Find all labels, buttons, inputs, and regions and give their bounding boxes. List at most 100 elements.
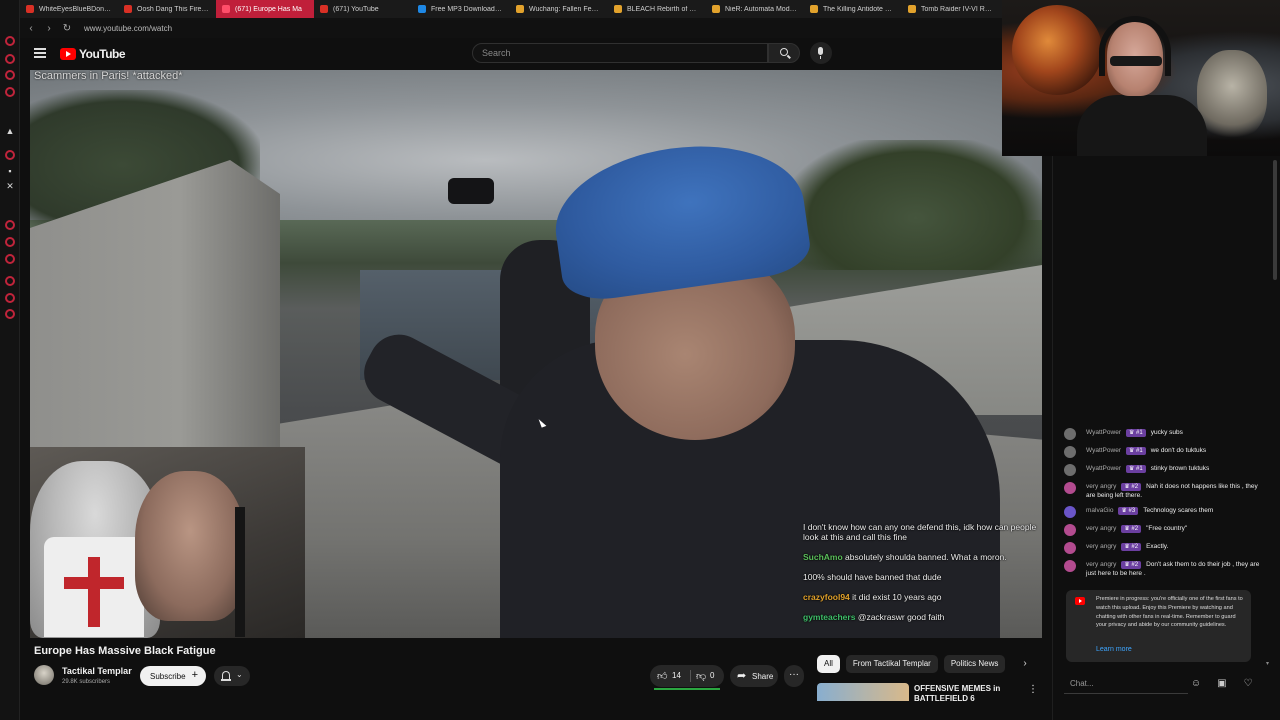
menu-icon[interactable] — [34, 48, 46, 58]
browser-tab[interactable]: (671) YouTube — [314, 0, 412, 18]
rail-icon-9[interactable] — [5, 276, 15, 286]
rail-icon-1[interactable] — [5, 36, 15, 46]
chat-text: we don't do tuktuks — [1150, 447, 1207, 454]
subscribe-button[interactable]: Subscribe + — [140, 666, 206, 686]
notifications-button[interactable]: ⌄ — [214, 666, 250, 686]
tab-favicon-icon — [124, 5, 132, 13]
rail-icon-6[interactable] — [5, 220, 15, 230]
rail-icon-8[interactable] — [5, 254, 15, 264]
browser-tab[interactable]: Oosh Dang This Fire Is Bri — [118, 0, 216, 18]
rail-icon-7[interactable] — [5, 237, 15, 247]
chat-rank-badge: ♛ #1 — [1125, 465, 1146, 473]
chat-input[interactable] — [1064, 674, 1188, 694]
thumbs-down-icon[interactable]: 👎︎ — [696, 670, 706, 682]
tab-label: (671) YouTube — [333, 5, 379, 13]
overlay-chat-line: SuchAmo absolutely shoulda banned. What … — [803, 552, 1043, 562]
rail-icon-3[interactable] — [5, 70, 15, 80]
emoji-icon[interactable]: ☺ — [1189, 677, 1203, 691]
related-video-title[interactable]: OFFENSIVE MEMES in BATTLEFIELD 6 — [914, 684, 1014, 704]
chat-avatar[interactable] — [1064, 446, 1076, 458]
chat-author[interactable]: very angry — [1086, 525, 1116, 532]
chevron-right-icon[interactable]: › — [1018, 655, 1032, 673]
video-title: Europe Has Massive Black Fatigue — [34, 645, 216, 657]
chat-text: "Free country" — [1146, 525, 1188, 532]
heart-icon[interactable]: ♡ — [1241, 677, 1255, 691]
youtube-logo[interactable]: YouTube — [60, 47, 126, 61]
chat-rank-badge-text: #1 — [1136, 466, 1143, 472]
chat-message-body: WyattPower ♛ #1 we don't do tuktuks — [1086, 446, 1260, 455]
browser-tab[interactable]: Wuchang: Fallen Feathers — [510, 0, 608, 18]
crown-icon: ♛ — [1121, 508, 1129, 514]
channel-name[interactable]: Tactikal Templar — [62, 666, 132, 676]
chat-avatar[interactable] — [1064, 506, 1076, 518]
browser-tab[interactable]: (671) Europe Has Ma — [216, 0, 314, 18]
subscriber-count: 29.8K subscribers — [62, 679, 111, 685]
background-art — [1197, 50, 1267, 140]
chat-avatar[interactable] — [1064, 524, 1076, 536]
browser-tab[interactable]: Tomb Raider IV-VI Remas — [902, 0, 1000, 18]
browser-tab[interactable]: The Killing Antidote Mod — [804, 0, 902, 18]
filter-chip[interactable]: From Tactikal Templar — [845, 655, 938, 673]
chat-avatar[interactable] — [1064, 542, 1076, 554]
templar-cross-bar — [64, 577, 124, 589]
chat-scroll-arrow-icon[interactable]: ▾ — [1266, 660, 1269, 667]
rail-icon-5[interactable] — [5, 150, 15, 160]
browser-tab[interactable]: Free MP3 Downloader - F — [412, 0, 510, 18]
back-icon[interactable]: ‹ — [24, 23, 38, 34]
super-chat-icon[interactable]: ▣ — [1215, 677, 1229, 691]
chat-author[interactable]: WyattPower — [1086, 429, 1121, 436]
chat-author[interactable]: malvaGio — [1086, 507, 1113, 514]
dislike-count[interactable]: 0 — [710, 671, 714, 680]
streamer-webcam — [1002, 0, 1280, 156]
chat-author[interactable]: very angry — [1086, 543, 1116, 550]
chat-rank-badge: ♛ #1 — [1125, 429, 1146, 437]
chat-message-body: malvaGio ♛ #3 Technology scares them — [1086, 506, 1260, 515]
filter-chip[interactable]: Politics News — [943, 655, 1006, 673]
chat-avatar[interactable] — [1064, 464, 1076, 476]
rail-x-icon[interactable]: ✕ — [5, 181, 15, 191]
related-video-thumbnail[interactable] — [817, 683, 909, 701]
browser-tab[interactable]: NieR: Automata Mods - N — [706, 0, 804, 18]
chat-avatar[interactable] — [1064, 482, 1076, 494]
more-actions-button[interactable]: ··· — [784, 665, 804, 687]
chat-author[interactable]: very angry — [1086, 483, 1116, 490]
related-video-menu-icon[interactable]: ⋮ — [1028, 684, 1038, 695]
chat-message-body: very angry ♛ #2 Exactly. — [1086, 542, 1260, 551]
like-count[interactable]: 14 — [672, 671, 681, 680]
rail-chat-icon[interactable]: ▪ — [5, 166, 15, 176]
rail-arrow-icon[interactable]: ▲ — [5, 126, 15, 136]
chat-author[interactable]: WyattPower — [1086, 465, 1121, 472]
learn-more-link[interactable]: Learn more — [1096, 646, 1132, 653]
rail-icon-4[interactable] — [5, 87, 15, 97]
voice-search-button[interactable] — [810, 42, 832, 64]
overlay-chat-text: I don't know how can any one defend this… — [803, 522, 1037, 542]
chat-author[interactable]: very angry — [1086, 561, 1116, 568]
browser-tab[interactable]: WhiteEyesBlueBDong - Y — [20, 0, 118, 18]
rail-icon-11[interactable] — [5, 309, 15, 319]
overlay-chat-line: 100% should have banned that dude — [803, 572, 1043, 582]
chat-scrollbar[interactable] — [1273, 160, 1277, 280]
channel-avatar[interactable] — [34, 665, 54, 685]
forward-icon[interactable]: › — [42, 23, 56, 34]
search-button[interactable] — [768, 43, 800, 63]
overlay-chat-line: gymteachers @zackraswr good faith — [803, 612, 1043, 622]
chat-avatar[interactable] — [1064, 428, 1076, 440]
tab-label: Oosh Dang This Fire Is Bri — [137, 5, 210, 13]
filter-chip[interactable]: All — [817, 655, 840, 673]
thumbs-up-icon[interactable]: 👍︎ — [657, 670, 667, 682]
chat-avatar[interactable] — [1064, 560, 1076, 572]
youtube-logo-text: YouTube — [79, 47, 126, 61]
browser-tab[interactable]: BLEACH Rebirth of Souls — [608, 0, 706, 18]
rail-icon-2[interactable] — [5, 54, 15, 64]
crown-icon: ♛ — [1128, 430, 1137, 436]
url-text[interactable]: www.youtube.com/watch — [84, 24, 172, 33]
overlay-chat-text: 100% should have banned that dude — [803, 572, 942, 582]
search-input[interactable] — [472, 43, 768, 63]
chat-rank-badge-text: #1 — [1136, 430, 1143, 436]
chat-author[interactable]: WyattPower — [1086, 447, 1121, 454]
chat-message: WyattPower ♛ #1 yucky subs — [1064, 428, 1260, 440]
share-button[interactable]: ➦ Share — [730, 665, 778, 687]
chat-rank-badge-text: #2 — [1131, 484, 1139, 490]
rail-icon-10[interactable] — [5, 293, 15, 303]
reload-icon[interactable]: ↻ — [60, 23, 74, 34]
